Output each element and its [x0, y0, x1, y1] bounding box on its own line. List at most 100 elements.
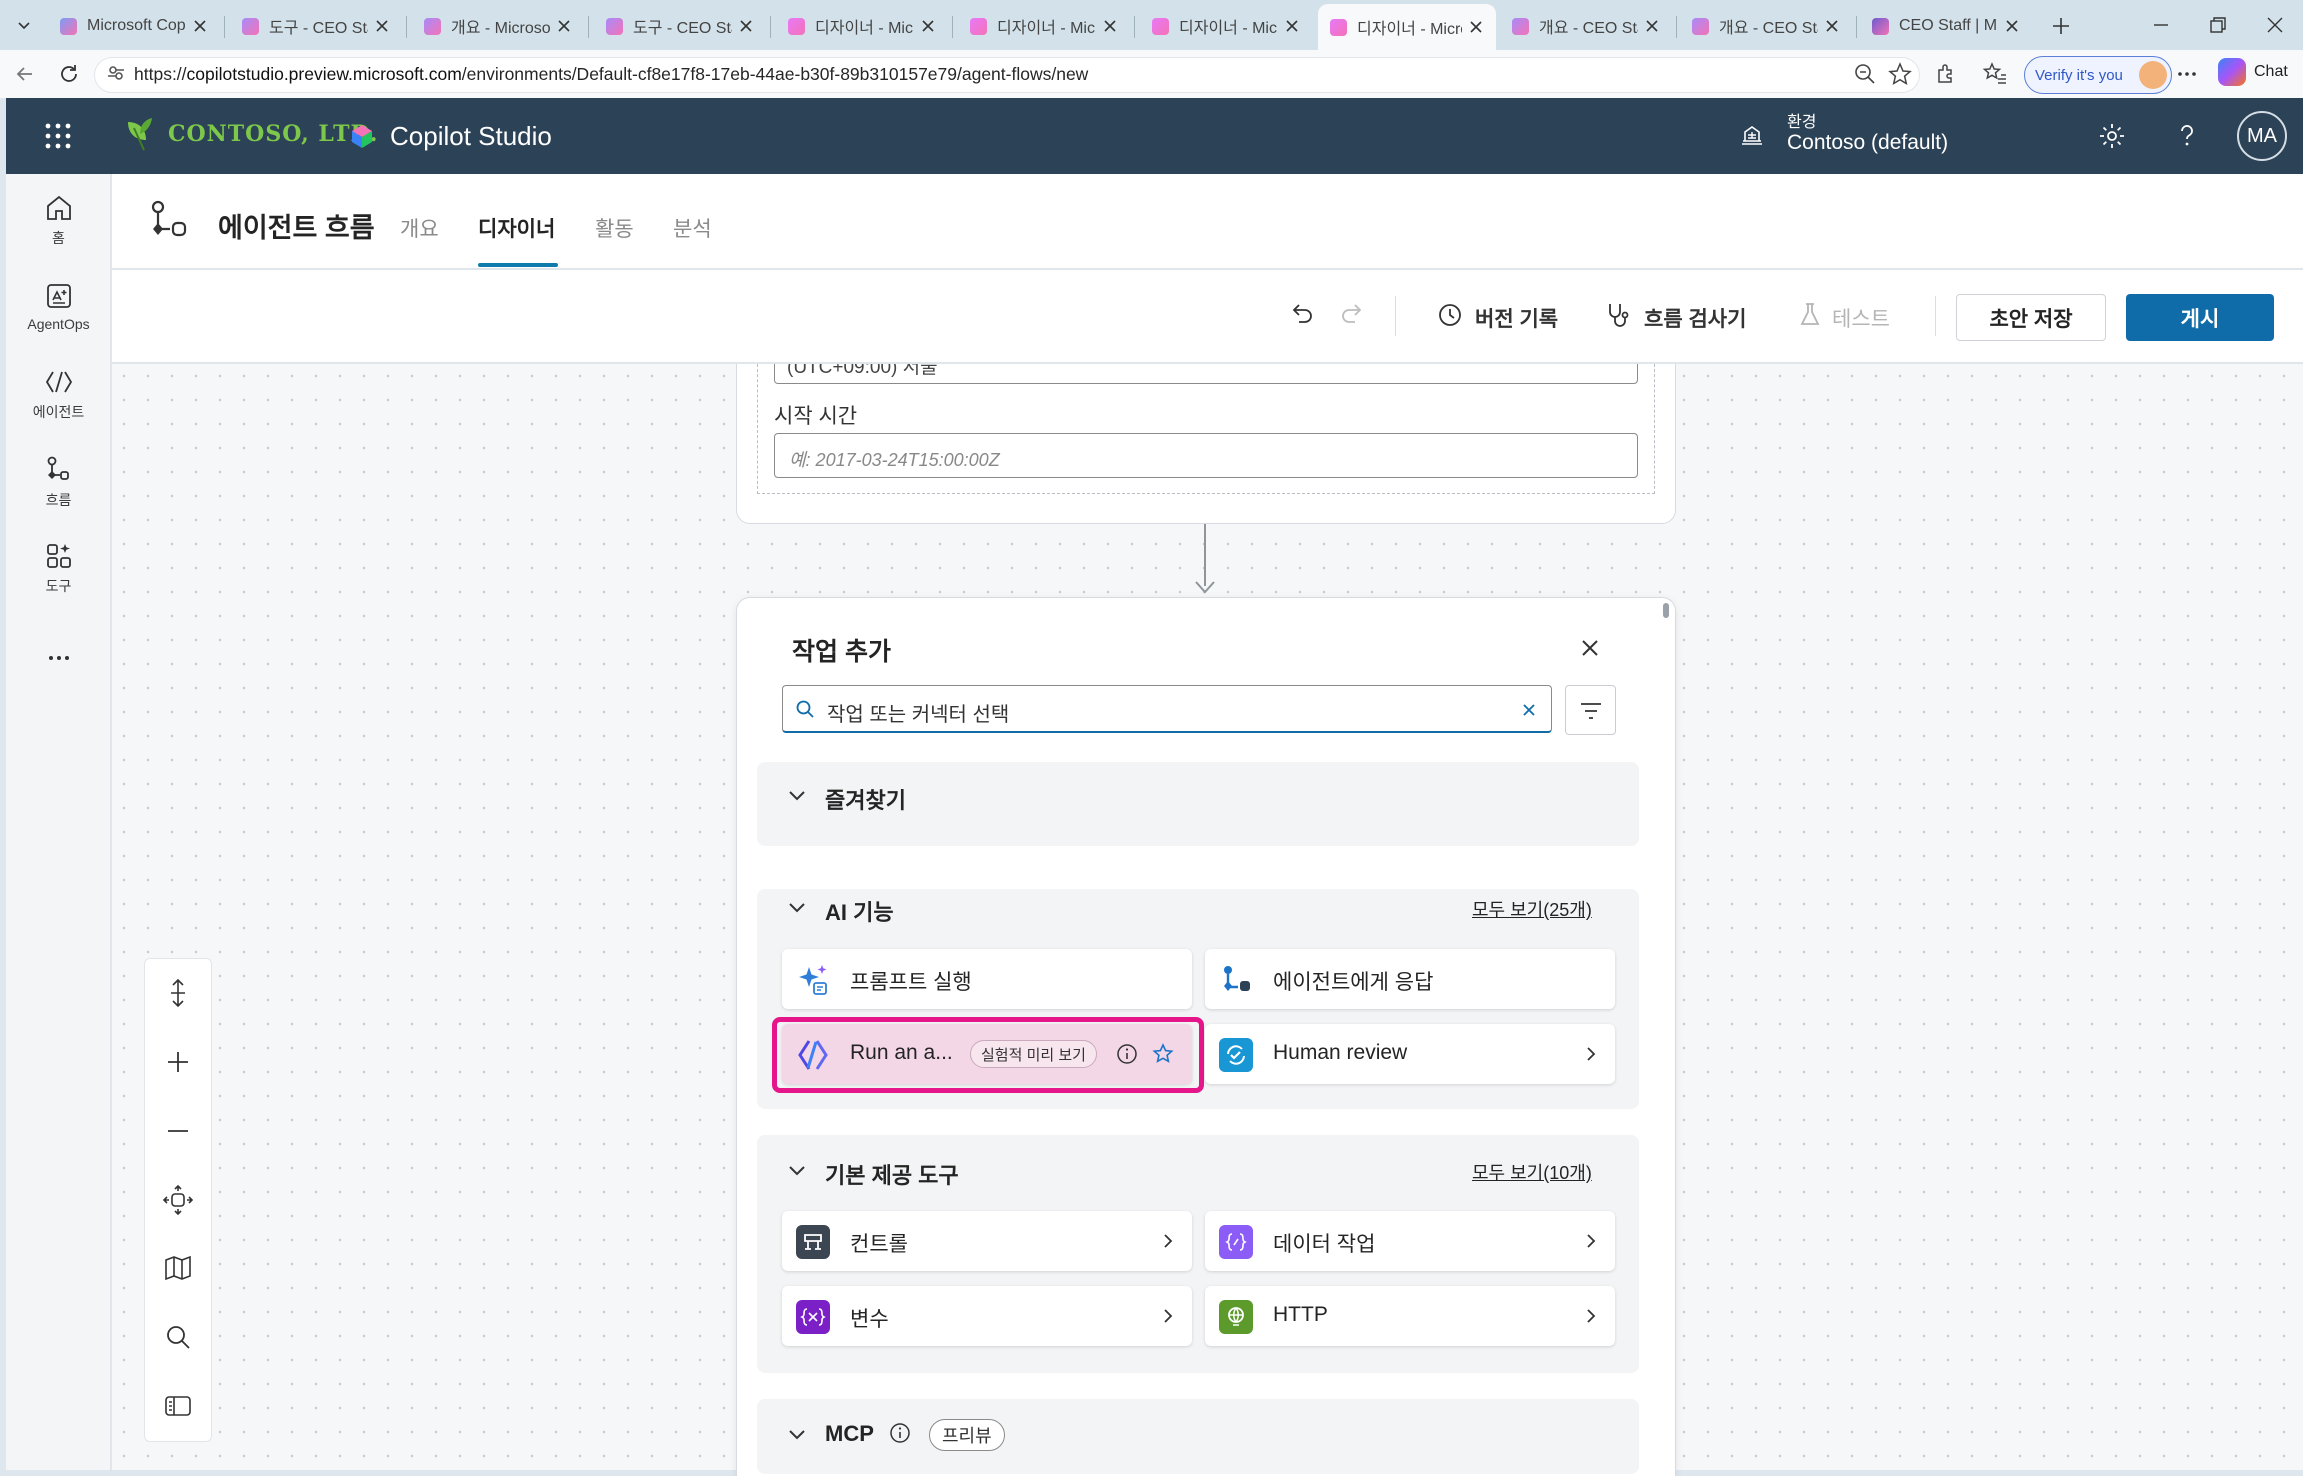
favorites-title[interactable]: 즐겨찾기 — [825, 783, 906, 815]
action-item-variable[interactable]: 변수 — [782, 1286, 1192, 1346]
builtin-tools-title[interactable]: 기본 제공 도구 — [825, 1158, 959, 1190]
close-tab-icon[interactable] — [1468, 19, 1484, 35]
rail-item-agents[interactable]: 에이전트 — [6, 366, 111, 422]
close-tab-icon[interactable] — [1644, 18, 1660, 34]
site-info-icon[interactable] — [105, 62, 127, 84]
user-avatar[interactable]: MA — [2237, 111, 2287, 161]
favorite-star-icon[interactable] — [1150, 1041, 1176, 1067]
close-window-icon[interactable] — [2263, 13, 2287, 37]
favorite-star-icon[interactable] — [1887, 61, 1913, 87]
close-tab-icon[interactable] — [192, 18, 208, 34]
favorites-list-icon[interactable] — [1982, 61, 2008, 87]
browser-tab[interactable]: 도구 - CEO Staff — [230, 6, 402, 46]
browser-tab[interactable]: 디자이너 - Micro — [1140, 6, 1312, 46]
zoom-in-plus-icon[interactable] — [161, 1045, 195, 1079]
chevron-down-icon[interactable] — [786, 784, 808, 806]
browser-tab[interactable]: 디자이너 - Micro — [1318, 4, 1496, 50]
settings-gear-icon[interactable] — [2097, 121, 2127, 151]
action-search-input[interactable]: 작업 또는 커넥터 선택 — [782, 685, 1552, 733]
new-tab-plus-icon[interactable] — [2046, 11, 2076, 41]
publish-button[interactable]: 게시 — [2126, 294, 2274, 341]
info-icon[interactable] — [1114, 1041, 1140, 1067]
refresh-icon[interactable] — [56, 61, 82, 87]
tab-favicon-icon — [788, 17, 805, 35]
info-icon[interactable] — [887, 1420, 913, 1446]
browser-tab[interactable]: 개요 - Microsoft — [412, 6, 584, 46]
undo-icon[interactable] — [1287, 300, 1317, 330]
start-time-input[interactable]: 예: 2017-03-24T15:00:00Z — [774, 433, 1638, 478]
environment-picker[interactable]: Contoso (default) — [1787, 131, 1948, 155]
more-ellipsis-icon[interactable] — [46, 645, 72, 671]
zoom-icon[interactable] — [1852, 61, 1878, 87]
version-history-clock-icon[interactable] — [1435, 300, 1465, 330]
tab-analytics[interactable]: 분석 — [673, 213, 712, 243]
close-tab-icon[interactable] — [1284, 18, 1300, 34]
action-item-control[interactable]: 컨트롤 — [782, 1211, 1192, 1271]
rail-item-tools[interactable]: 도구 — [6, 540, 111, 596]
close-tab-icon[interactable] — [1102, 18, 1118, 34]
browser-tab[interactable]: 디자이너 - Micro — [776, 6, 948, 46]
close-tab-icon[interactable] — [1824, 18, 1840, 34]
verify-profile-button[interactable]: Verify it's you — [2024, 56, 2172, 94]
tab-activity[interactable]: 활동 — [595, 213, 634, 243]
chevron-down-icon[interactable] — [786, 1159, 808, 1181]
close-tab-icon[interactable] — [556, 18, 572, 34]
version-history-button[interactable]: 버전 기록 — [1475, 303, 1558, 333]
panel-scrollbar[interactable] — [1663, 603, 1669, 618]
action-item-http[interactable]: HTTP — [1205, 1286, 1615, 1346]
filter-button[interactable] — [1565, 685, 1616, 735]
rail-item-home[interactable]: 홈 — [6, 192, 111, 248]
clear-search-icon[interactable] — [1519, 700, 1539, 720]
ai-see-all-link[interactable]: 모두 보기(25개) — [1472, 896, 1592, 922]
close-tab-icon[interactable] — [2004, 18, 2020, 34]
extensions-icon[interactable] — [1933, 61, 1959, 87]
copilot-studio-logo-icon — [352, 125, 372, 148]
fit-vertical-icon[interactable] — [161, 976, 195, 1010]
action-item-data-operation[interactable]: 데이터 작업 — [1205, 1211, 1615, 1271]
tab-overview[interactable]: 개요 — [400, 213, 439, 243]
close-tab-icon[interactable] — [374, 18, 390, 34]
chevron-down-icon[interactable] — [786, 1423, 808, 1445]
browser-tab[interactable]: CEO Staff | Micro — [1860, 6, 2032, 46]
close-tab-icon[interactable] — [738, 18, 754, 34]
test-button[interactable]: 테스트 — [1832, 303, 1890, 333]
browser-tab[interactable]: 디자이너 - Micro — [958, 6, 1130, 46]
chevron-down-icon[interactable] — [786, 896, 808, 918]
fit-to-screen-icon[interactable] — [161, 1183, 195, 1217]
redo-icon[interactable] — [1337, 300, 1367, 330]
timezone-select[interactable]: (UTC+09:00) 서울 — [774, 364, 1638, 384]
minimap-icon[interactable] — [161, 1251, 195, 1285]
canvas-search-icon[interactable] — [161, 1320, 195, 1354]
test-flask-icon[interactable] — [1795, 300, 1825, 330]
action-item-human-review[interactable]: Human review — [1205, 1024, 1615, 1084]
help-question-icon[interactable] — [2172, 121, 2202, 151]
rail-item-flows[interactable]: 흐름 — [6, 454, 111, 510]
app-launcher-waffle-icon[interactable] — [42, 120, 74, 152]
browser-tab[interactable]: 개요 - CEO Staff — [1680, 6, 1852, 46]
tab-designer[interactable]: 디자이너 — [478, 213, 555, 243]
browser-tab[interactable]: Microsoft Copilo — [48, 6, 220, 46]
builtin-see-all-link[interactable]: 모두 보기(10개) — [1472, 1159, 1592, 1185]
zoom-out-minus-icon[interactable] — [161, 1114, 195, 1148]
minimize-icon[interactable] — [2149, 13, 2173, 37]
company-logo[interactable]: CONTOSO, LTD. — [124, 116, 378, 152]
copilot-chat-button[interactable]: Chat — [2218, 58, 2288, 86]
back-arrow-icon[interactable] — [12, 61, 38, 87]
action-item-respond-to-agent[interactable]: 에이전트에게 응답 — [1205, 949, 1615, 1009]
rail-item-agentops[interactable]: AgentOps — [6, 280, 111, 332]
toggle-panel-icon[interactable] — [161, 1389, 195, 1423]
environment-globe-icon[interactable] — [1738, 121, 1766, 149]
mcp-title[interactable]: MCP — [825, 1421, 874, 1447]
more-options-icon[interactable] — [2174, 61, 2200, 87]
browser-tab[interactable]: 개요 - CEO Staff — [1500, 6, 1672, 46]
flow-checker-stethoscope-icon[interactable] — [1602, 300, 1632, 330]
action-item-run-prompt[interactable]: 프롬프트 실행 — [782, 949, 1192, 1009]
save-draft-button[interactable]: 초안 저장 — [1956, 294, 2106, 341]
browser-tab[interactable]: 도구 - CEO Staff — [594, 6, 766, 46]
restore-icon[interactable] — [2206, 13, 2230, 37]
tab-list-button[interactable] — [7, 10, 41, 40]
close-icon[interactable] — [1576, 634, 1604, 662]
ai-capabilities-title[interactable]: AI 기능 — [825, 895, 894, 927]
flow-checker-button[interactable]: 흐름 검사기 — [1644, 303, 1746, 333]
close-tab-icon[interactable] — [920, 18, 936, 34]
